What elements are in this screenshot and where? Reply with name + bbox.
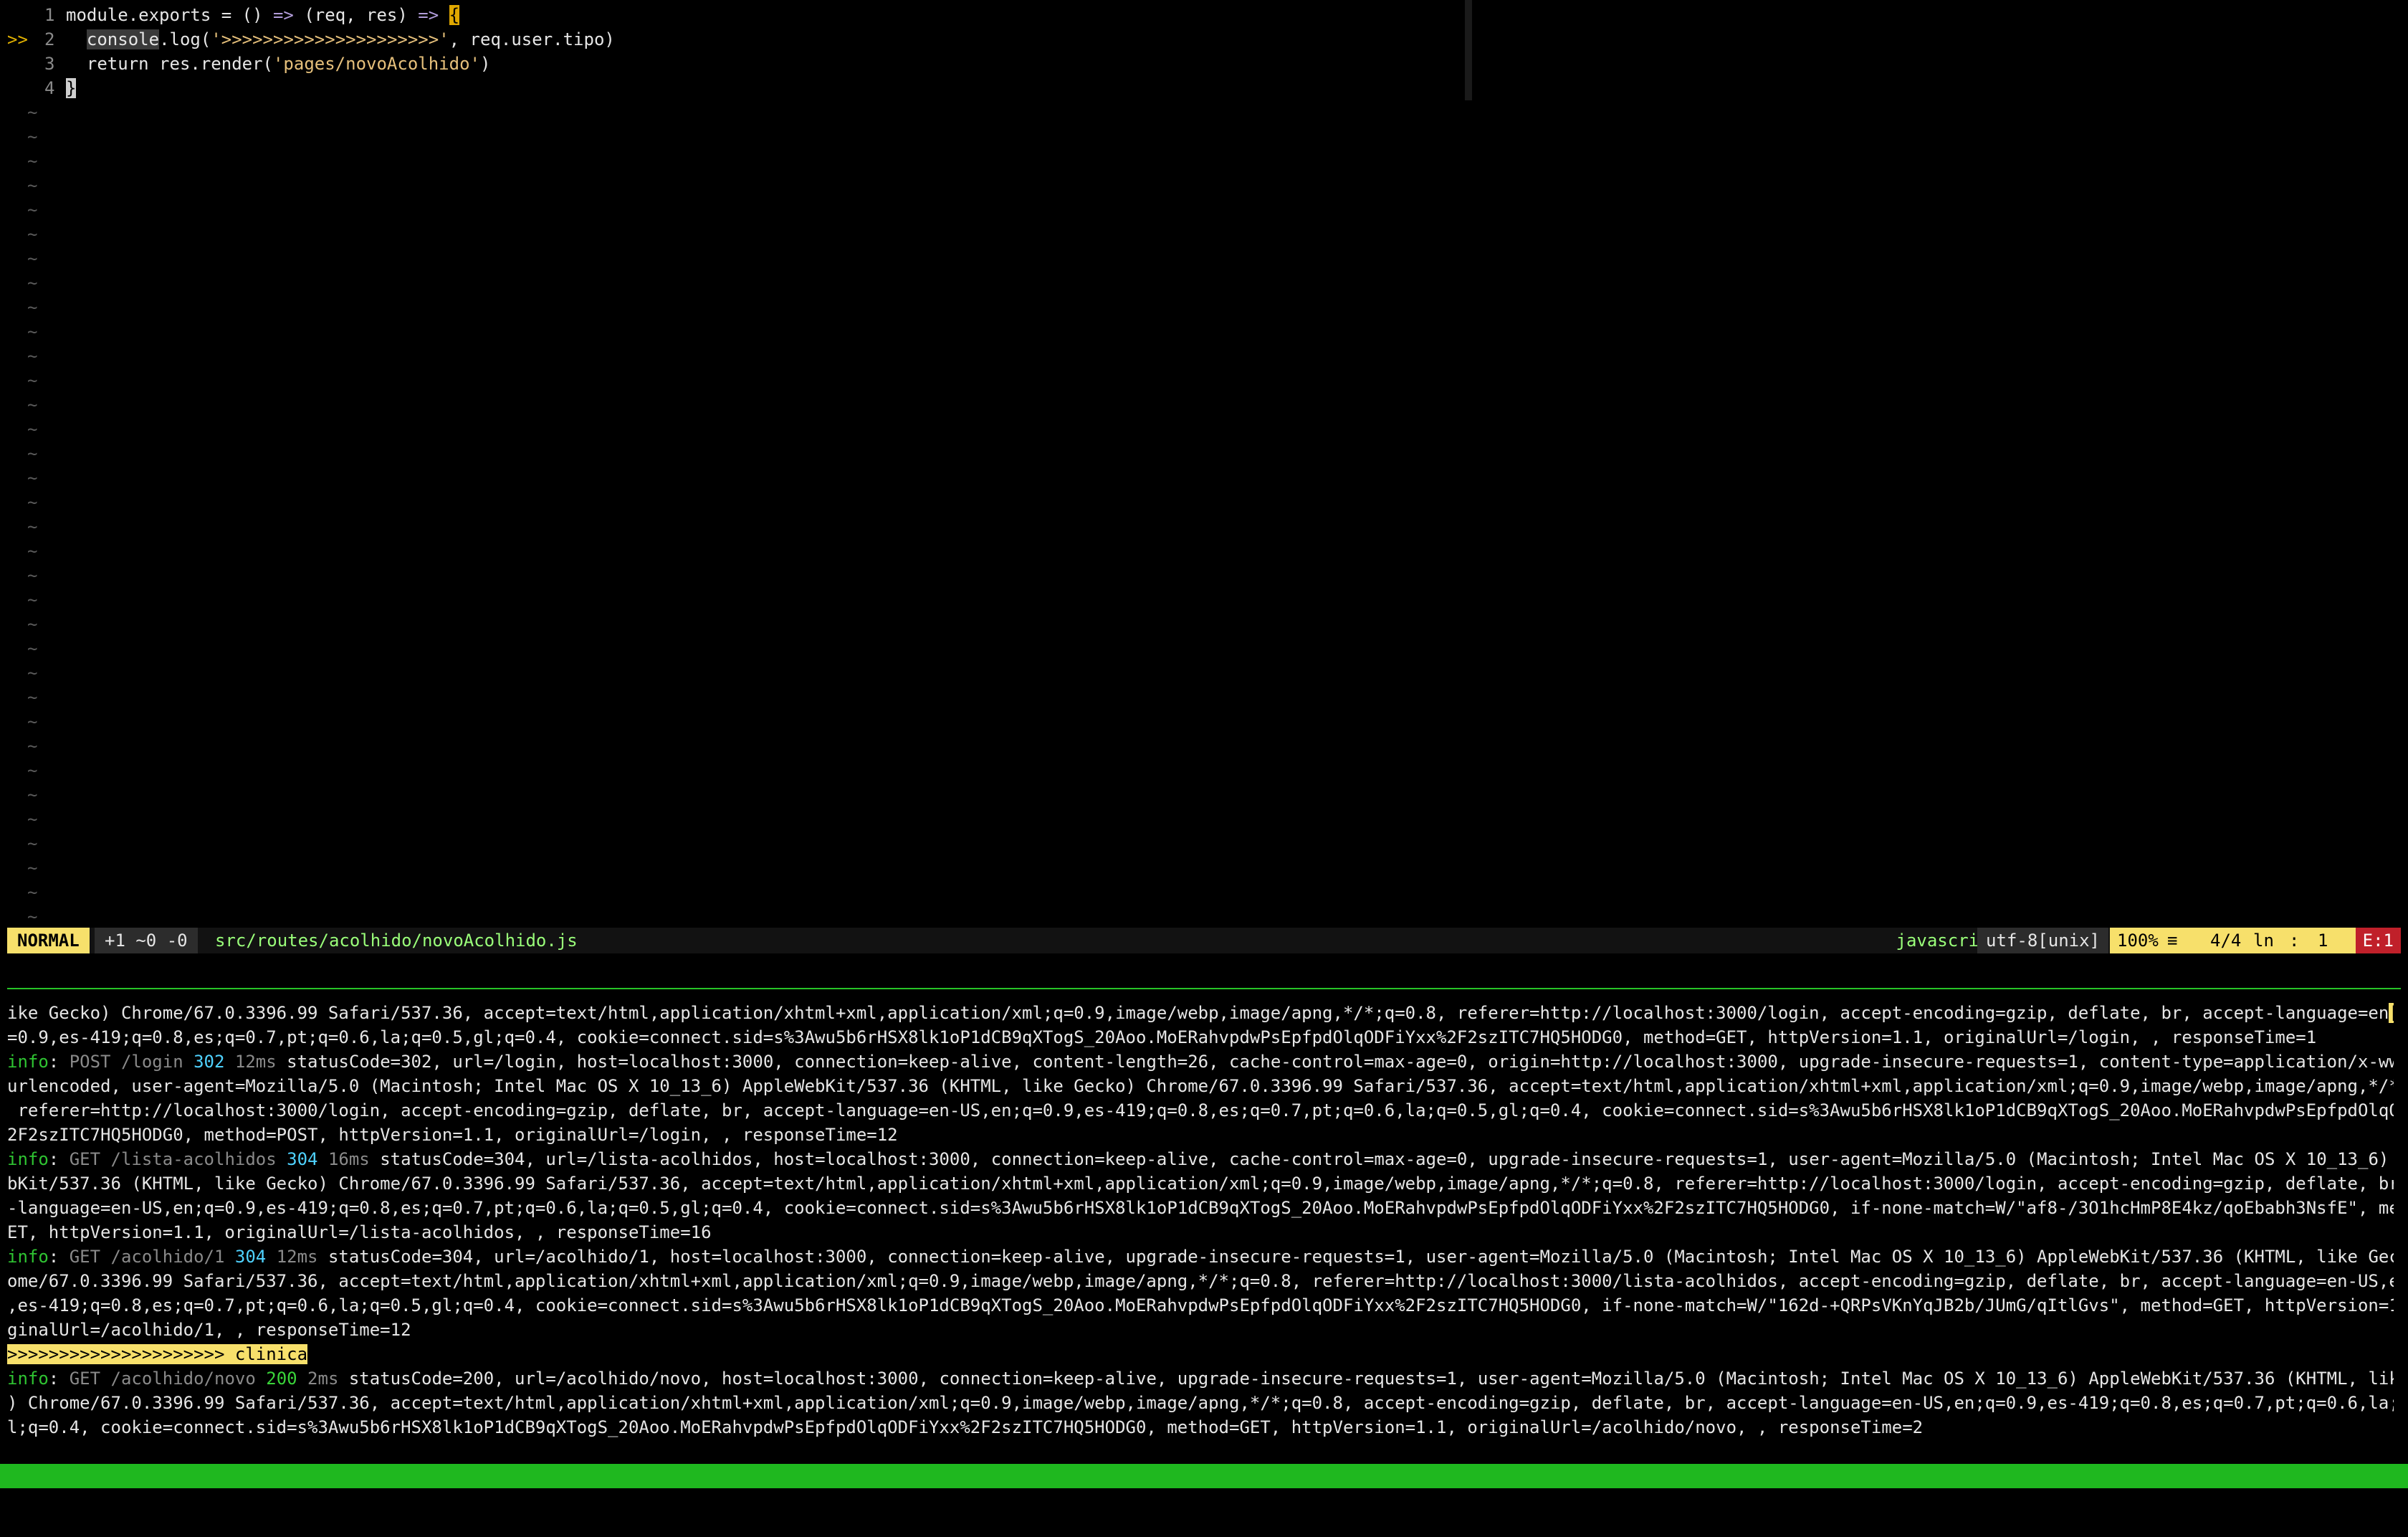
error-count-badge: E:1	[2355, 928, 2401, 953]
empty-line-tilde: ~	[27, 492, 38, 513]
empty-line-tilde: ~	[27, 736, 38, 756]
pane-divider[interactable]	[7, 988, 2401, 989]
empty-line-tilde: ~	[27, 761, 38, 781]
log-line: info: GET /acolhido/1 304 12ms statusCod…	[7, 1247, 2394, 1267]
col-number: 1	[2318, 931, 2328, 951]
vertical-split-border	[1465, 0, 1472, 100]
col-separator: :	[2289, 931, 2300, 951]
file-path: src/routes/acolhido/novoAcolhido.js	[215, 931, 578, 951]
empty-line-tilde: ~	[27, 590, 38, 610]
log-line: ,es-419;q=0.8,es;q=0.7,pt;q=0.6,la;q=0.5…	[7, 1295, 2394, 1315]
mode-indicator: NORMAL	[7, 928, 90, 953]
empty-line-tilde: ~	[27, 639, 38, 659]
log-line: info: GET /lista-acolhidos 304 16ms stat…	[7, 1149, 2394, 1169]
log-line: info: GET /acolhido/novo 200 2ms statusC…	[7, 1369, 2394, 1389]
percent-label: 100%	[2117, 931, 2159, 951]
empty-line-tilde: ~	[27, 566, 38, 586]
empty-line-tilde: ~	[27, 273, 38, 293]
empty-line-tilde: ~	[27, 712, 38, 732]
log-line: >>>>>>>>>>>>>>>>>>>>> clinica	[7, 1344, 308, 1364]
empty-line-tilde: ~	[27, 322, 38, 342]
menu-lines-icon: ≡	[2167, 931, 2178, 951]
empty-line-tilde: ~	[27, 663, 38, 683]
code-text: console.log('>>>>>>>>>>>>>>>>>>>>>', req…	[86, 29, 615, 49]
code-text: return res.render('pages/novoAcolhido')	[66, 54, 491, 74]
search-count-marker: [0/1567]	[2389, 1003, 2394, 1023]
log-line: bKit/537.36 (KHTML, like Gecko) Chrome/6…	[7, 1174, 2394, 1194]
tmux-statusbar: [prescare]0:vim* "layrachid.local" 17:16…	[0, 1464, 2408, 1535]
empty-line-tilde: ~	[27, 785, 38, 805]
empty-line-tilde: ~	[27, 687, 38, 708]
empty-line-tilde: ~	[27, 298, 38, 318]
sign-column-marker: >>	[7, 29, 28, 49]
log-line: ome/67.0.3396.99 Safari/537.36, accept=t…	[7, 1271, 2394, 1291]
empty-line-tilde: ~	[27, 907, 38, 927]
log-line: referer=http://localhost:3000/login, acc…	[7, 1100, 2394, 1120]
server-log-pane[interactable]: ike Gecko) Chrome/67.0.3396.99 Safari/53…	[7, 1001, 2394, 1440]
tmux-session-window[interactable]: [prescare]0:vim*	[7, 1488, 173, 1513]
empty-line-tilde: ~	[27, 614, 38, 634]
empty-line-tilde: ~	[27, 224, 38, 244]
git-diff-summary: +1 ~0 -0	[95, 928, 198, 953]
empty-line-tilde: ~	[27, 517, 38, 537]
code-text: module.exports = () => (req, res) => {	[66, 5, 460, 25]
empty-line-tilde: ~	[27, 882, 38, 903]
log-line: ET, httpVersion=1.1, originalUrl=/lista-…	[7, 1222, 712, 1242]
cursor-bracket: }	[66, 78, 77, 98]
log-line: =0.9,es-419;q=0.8,es;q=0.7,pt;q=0.6,la;q…	[7, 1027, 2317, 1047]
empty-line-tilde: ~	[27, 541, 38, 561]
log-line: ginalUrl=/acolhido/1, , responseTime=12	[7, 1320, 411, 1340]
line-number: 1	[44, 5, 55, 25]
code-text: }	[66, 76, 77, 100]
line-number: 2	[44, 29, 55, 49]
ln-label: ln	[2253, 931, 2274, 951]
empty-line-tilde: ~	[27, 103, 38, 123]
empty-line-tilde: ~	[27, 468, 38, 488]
empty-line-tilde: ~	[27, 249, 38, 269]
encoding-label: utf-8[unix]	[1977, 928, 2108, 953]
log-line: 2F2szITC7HQ5HODG0, method=POST, httpVers…	[7, 1125, 898, 1145]
vim-statusline: NORMAL +1 ~0 -0 src/routes/acolhido/novo…	[7, 928, 2401, 953]
empty-line-tilde: ~	[27, 809, 38, 829]
line-number: 4	[44, 78, 55, 98]
empty-line-tilde: ~	[27, 395, 38, 415]
tmux-host-clock: "layrachid.local" 17:16 23-Jul-18	[2058, 1515, 2399, 1535]
empty-line-tilde: ~	[27, 858, 38, 878]
empty-line-tilde: ~	[27, 200, 38, 220]
cursor-bracket: {	[449, 5, 460, 25]
log-line: ike Gecko) Chrome/67.0.3396.99 Safari/53…	[7, 1001, 2394, 1025]
log-line: -language=en-US,en;q=0.9,es-419;q=0.8,es…	[7, 1198, 2394, 1218]
line-position: 4/4	[2210, 931, 2242, 951]
log-line: urlencoded, user-agent=Mozilla/5.0 (Maci…	[7, 1076, 2394, 1096]
empty-line-tilde: ~	[27, 419, 38, 439]
log-line: info: POST /login 302 12ms statusCode=30…	[7, 1052, 2394, 1072]
log-line: ) Chrome/67.0.3396.99 Safari/537.36, acc…	[7, 1393, 2394, 1413]
log-line: l;q=0.4, cookie=connect.sid=s%3Awu5b6rHS…	[7, 1417, 1924, 1437]
empty-line-tilde: ~	[27, 346, 38, 366]
empty-line-tilde: ~	[27, 444, 38, 464]
empty-line-tilde: ~	[27, 834, 38, 854]
line-number: 3	[44, 54, 55, 74]
empty-line-tilde: ~	[27, 371, 38, 391]
empty-line-tilde: ~	[27, 151, 38, 171]
empty-line-tilde: ~	[27, 127, 38, 147]
empty-line-tilde: ~	[27, 176, 38, 196]
